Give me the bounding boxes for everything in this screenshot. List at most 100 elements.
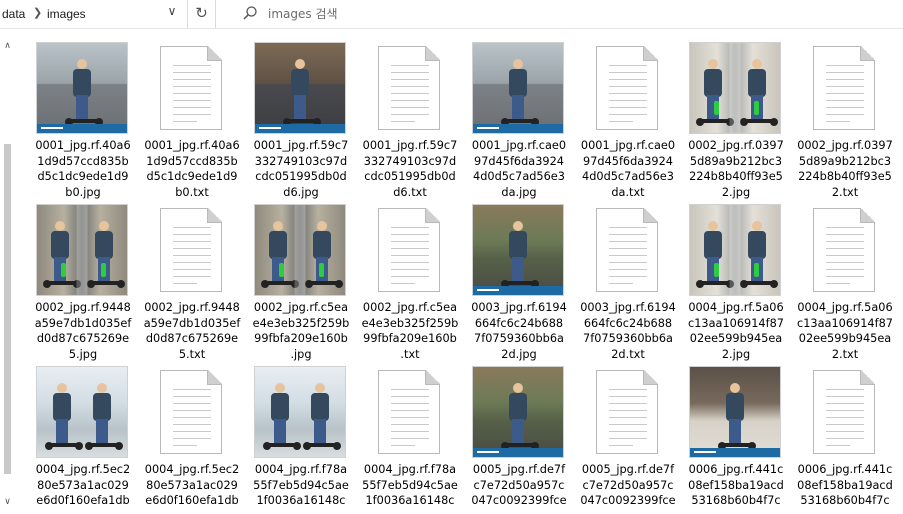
- file-name-line: 047c0092399fce: [580, 494, 676, 507]
- file-item-text[interactable]: 0004_jpg.rf.5a06 c13aa106914f87 02ee599b94…: [792, 203, 898, 365]
- file-thumbnail[interactable]: [362, 41, 456, 135]
- file-item-image[interactable]: 0004_jpg.rf.5ec2 80e573a1ac029 e6d0f160efa…: [30, 365, 136, 514]
- file-name-line: e4e3eb325f259b: [252, 316, 350, 330]
- file-name-line: 0001_jpg.rf.40a6: [144, 139, 240, 152]
- file-name-line: 5.txt: [178, 347, 206, 361]
- file-item-text[interactable]: 0001_jpg.rf.cae0 97d45f6da3924 4d0d5c7ad56…: [575, 41, 681, 203]
- text-file-icon: [160, 208, 222, 292]
- file-thumbnail[interactable]: [688, 365, 782, 459]
- file-thumbnail[interactable]: [580, 203, 674, 297]
- file-thumbnail[interactable]: [580, 41, 674, 135]
- file-thumbnail[interactable]: [688, 41, 782, 135]
- text-file-icon: [596, 46, 658, 130]
- file-name-line: b0.txt: [175, 185, 209, 199]
- file-item-image[interactable]: 0001_jpg.rf.40a6 1d9d57ccd835b d5c1dc9ede1…: [30, 41, 136, 203]
- file-name-line: d5c1dc9ede1d9: [146, 170, 238, 183]
- file-name-label: 0002_jpg.rf.c5ea e4e3eb325f259b 99fbfa209e…: [248, 300, 354, 362]
- file-name-line: 80e573a1ac029: [37, 478, 129, 492]
- file-name-label: 0002_jpg.rf.0397 5d89a9b212bc3 224b8b40ff9…: [683, 138, 789, 200]
- file-item-image[interactable]: 0002_jpg.rf.0397 5d89a9b212bc3 224b8b40ff9…: [683, 41, 789, 203]
- file-name-line: 0005_jpg.rf.de7f: [472, 463, 566, 476]
- file-name-line: 99fbfa209e160b: [363, 332, 457, 345]
- search-input[interactable]: [268, 5, 868, 23]
- file-thumbnail[interactable]: [797, 203, 891, 297]
- file-thumbnail[interactable]: [580, 365, 674, 459]
- file-thumbnail[interactable]: [35, 41, 129, 135]
- chevron-right-icon[interactable]: ❯: [33, 6, 42, 19]
- file-thumbnail[interactable]: [253, 41, 347, 135]
- text-file-icon: [378, 370, 440, 454]
- file-thumbnail[interactable]: [797, 41, 891, 135]
- file-thumbnail[interactable]: [797, 365, 891, 459]
- file-thumbnail[interactable]: [471, 41, 565, 135]
- file-thumbnail[interactable]: [144, 365, 238, 459]
- image-thumbnail: [254, 204, 346, 296]
- file-item-text[interactable]: 0002_jpg.rf.9448 a59e7db1d035ef d0d87c6752…: [139, 203, 245, 365]
- address-toolbar: data ❯ images ∨ ↻: [0, 0, 903, 29]
- file-thumbnail[interactable]: [471, 365, 565, 459]
- file-item-image[interactable]: 0002_jpg.rf.c5ea e4e3eb325f259b 99fbfa209e…: [248, 203, 354, 365]
- file-thumbnail[interactable]: [35, 203, 129, 297]
- file-thumbnail[interactable]: [253, 203, 347, 297]
- file-name-line: 0003_jpg.rf.6194: [580, 301, 676, 314]
- scrollbar-thumb[interactable]: [4, 144, 11, 474]
- file-name-label: 0003_jpg.rf.6194 664fc6c24b688 7f0759360bb…: [575, 300, 681, 362]
- file-item-image[interactable]: 0005_jpg.rf.de7f c7e72d50a957c 047c0092399…: [466, 365, 572, 514]
- file-item-image[interactable]: 0004_jpg.rf.f78a 55f7eb5d94c5ae 1f0036a161…: [248, 365, 354, 514]
- file-name-line: 224b8b40ff93e5: [689, 170, 783, 183]
- file-item-text[interactable]: 0002_jpg.rf.c5ea e4e3eb325f259b 99fbfa209e…: [357, 203, 463, 365]
- file-grid: 0001_jpg.rf.40a6 1d9d57ccd835b d5c1dc9ede1…: [30, 41, 900, 514]
- file-thumbnail[interactable]: [362, 203, 456, 297]
- file-thumbnail[interactable]: [35, 365, 129, 459]
- image-thumbnail: [254, 366, 346, 458]
- address-bar[interactable]: data ❯ images ∨: [0, 0, 188, 28]
- file-name-line: 0002_jpg.rf.9448: [144, 301, 240, 314]
- file-thumbnail[interactable]: [144, 41, 238, 135]
- file-item-image[interactable]: 0003_jpg.rf.6194 664fc6c24b688 7f0759360bb…: [466, 203, 572, 365]
- file-item-text[interactable]: 0005_jpg.rf.de7f c7e72d50a957c 047c0092399…: [575, 365, 681, 514]
- file-name-line: c7e72d50a957c: [473, 478, 565, 492]
- file-name-line: 2d.jpg: [501, 347, 537, 361]
- file-item-image[interactable]: 0006_jpg.rf.441c 08ef158ba19acd 53168b60b4…: [683, 365, 789, 514]
- scroll-down-arrow-icon[interactable]: ∨: [0, 494, 15, 508]
- scroll-up-arrow-icon[interactable]: ∧: [0, 38, 15, 52]
- text-file-icon: [160, 370, 222, 454]
- file-name-line: c7e72d50a957c: [582, 478, 674, 492]
- file-thumbnail[interactable]: [688, 203, 782, 297]
- text-file-icon: [813, 46, 875, 130]
- image-thumbnail: [689, 204, 781, 296]
- breadcrumb-data[interactable]: data: [2, 6, 25, 22]
- search-box[interactable]: [228, 0, 903, 28]
- file-item-text[interactable]: 0001_jpg.rf.59c7 332749103c97d cdc051995db…: [357, 41, 463, 203]
- file-item-text[interactable]: 0001_jpg.rf.40a6 1d9d57ccd835b d5c1dc9ede1…: [139, 41, 245, 203]
- refresh-icon[interactable]: ↻: [188, 0, 216, 28]
- image-thumbnail: [36, 42, 128, 134]
- text-file-icon: [596, 208, 658, 292]
- file-name-line: 4d0d5c7ad56e3: [582, 170, 674, 183]
- file-name-label: 0002_jpg.rf.c5ea e4e3eb325f259b 99fbfa209e…: [357, 300, 463, 362]
- file-item-text[interactable]: 0004_jpg.rf.5ec2 80e573a1ac029 e6d0f160efa…: [139, 365, 245, 514]
- file-name-line: a59e7db1d035ef: [143, 316, 241, 330]
- file-item-image[interactable]: 0002_jpg.rf.9448 a59e7db1d035ef d0d87c6752…: [30, 203, 136, 365]
- file-thumbnail[interactable]: [362, 365, 456, 459]
- file-thumbnail[interactable]: [471, 203, 565, 297]
- chevron-down-icon[interactable]: ∨: [158, 4, 186, 24]
- file-item-image[interactable]: 0004_jpg.rf.5a06 c13aa106914f87 02ee599b94…: [683, 203, 789, 365]
- file-thumbnail[interactable]: [144, 203, 238, 297]
- search-icon: [243, 6, 257, 20]
- breadcrumb-images[interactable]: images: [47, 6, 86, 22]
- file-item-image[interactable]: 0001_jpg.rf.59c7 332749103c97d cdc051995db…: [248, 41, 354, 203]
- file-name-label: 0002_jpg.rf.9448 a59e7db1d035ef d0d87c6752…: [139, 300, 245, 362]
- file-item-text[interactable]: 0006_jpg.rf.441c 08ef158ba19acd 53168b60b4…: [792, 365, 898, 514]
- file-item-text[interactable]: 0003_jpg.rf.6194 664fc6c24b688 7f0759360bb…: [575, 203, 681, 365]
- file-item-text[interactable]: 0004_jpg.rf.f78a 55f7eb5d94c5ae 1f0036a161…: [357, 365, 463, 514]
- file-name-label: 0004_jpg.rf.5ec2 80e573a1ac029 e6d0f160efa…: [30, 462, 136, 509]
- file-name-line: 7f0759360bb6a: [583, 332, 673, 345]
- vertical-scrollbar[interactable]: ∧ ∨: [0, 34, 15, 514]
- file-item-text[interactable]: 0002_jpg.rf.0397 5d89a9b212bc3 224b8b40ff9…: [792, 41, 898, 203]
- file-name-line: 0001_jpg.rf.59c7: [362, 139, 458, 152]
- file-thumbnail[interactable]: [253, 365, 347, 459]
- file-name-label: 0001_jpg.rf.59c7 332749103c97d cdc051995db…: [357, 138, 463, 200]
- file-item-image[interactable]: 0001_jpg.rf.cae0 97d45f6da3924 4d0d5c7ad56…: [466, 41, 572, 203]
- file-name-label: 0005_jpg.rf.de7f c7e72d50a957c 047c0092399…: [575, 462, 681, 509]
